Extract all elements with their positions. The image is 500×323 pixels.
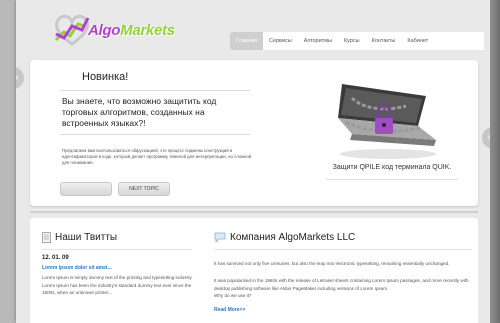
company-paragraph-2: It was popularised in the 1960s with the…: [214, 278, 469, 298]
nav-item-courses[interactable]: Курсы: [338, 32, 366, 50]
header: AlgoMarkets Главная Сервисы Алгоритмы Ку…: [16, 0, 490, 58]
read-more-link[interactable]: Read More>>: [214, 307, 245, 313]
nav-item-services[interactable]: Сервисы: [263, 32, 298, 50]
slide-read-button[interactable]: [60, 182, 112, 196]
document-icon: [42, 232, 51, 243]
speech-bubble-icon: [214, 232, 226, 243]
slide-caption: Защити QPILE код терминала QUIK.: [332, 164, 452, 171]
tweet-date: 12. 01. 09: [42, 255, 69, 261]
page: AlgoMarkets Главная Сервисы Алгоритмы Ку…: [16, 0, 490, 323]
slider-next-arrow[interactable]: ›: [482, 127, 490, 149]
company-header: Компания AlgoMarkets LLC: [214, 232, 355, 243]
logo-text: AlgoMarkets: [88, 22, 175, 39]
slide-rule-bottom: [60, 134, 250, 135]
nav-item-contacts[interactable]: Контакты: [366, 32, 402, 50]
tweet-link[interactable]: Lorem ipsum dolor sit amet...: [42, 265, 112, 271]
tweet-text: Lorem Ipsum is simply dummy text of the …: [42, 275, 193, 295]
caption-rule: [326, 179, 458, 180]
slider-prev-arrow[interactable]: ‹: [16, 67, 24, 89]
nav-item-home[interactable]: Главная: [230, 32, 263, 50]
featured-slider: Новинка! Вы знаете, что возможно защитит…: [30, 60, 478, 206]
tweets-title: Наши Твитты: [55, 232, 118, 243]
slide-rule-top: [60, 90, 250, 91]
heart-chart-icon: [54, 14, 90, 46]
main-nav: Главная Сервисы Алгоритмы Курсы Контакты…: [230, 32, 484, 50]
section-divider: [30, 211, 478, 213]
nav-item-algorithms[interactable]: Алгоритмы: [298, 32, 338, 50]
nav-item-cabinet[interactable]: Кабинет: [401, 32, 434, 50]
next-topic-button[interactable]: NEXT TOPIC: [118, 182, 170, 196]
company-title: Компания AlgoMarkets LLC: [230, 232, 356, 243]
locked-laptop-image: [338, 84, 436, 159]
company-question: Why do we use it?: [214, 293, 252, 298]
company-rule: [214, 249, 472, 250]
window-edge: [490, 0, 500, 323]
company-paragraph-1: It has survived not only five centuries,…: [214, 261, 450, 266]
slide-title: Новинка!: [82, 71, 129, 83]
tweets-header: Наши Твитты: [42, 232, 117, 243]
slide-description: Предлагаем вам воспользоваться обфускаци…: [62, 148, 252, 165]
content-panel: Наши Твитты 12. 01. 09 Lorem ipsum dolor…: [30, 218, 478, 323]
tweets-rule: [42, 249, 192, 250]
slide-subtitle: Вы знаете, что возможно защитить код тор…: [62, 96, 217, 128]
logo[interactable]: AlgoMarkets: [52, 12, 212, 48]
